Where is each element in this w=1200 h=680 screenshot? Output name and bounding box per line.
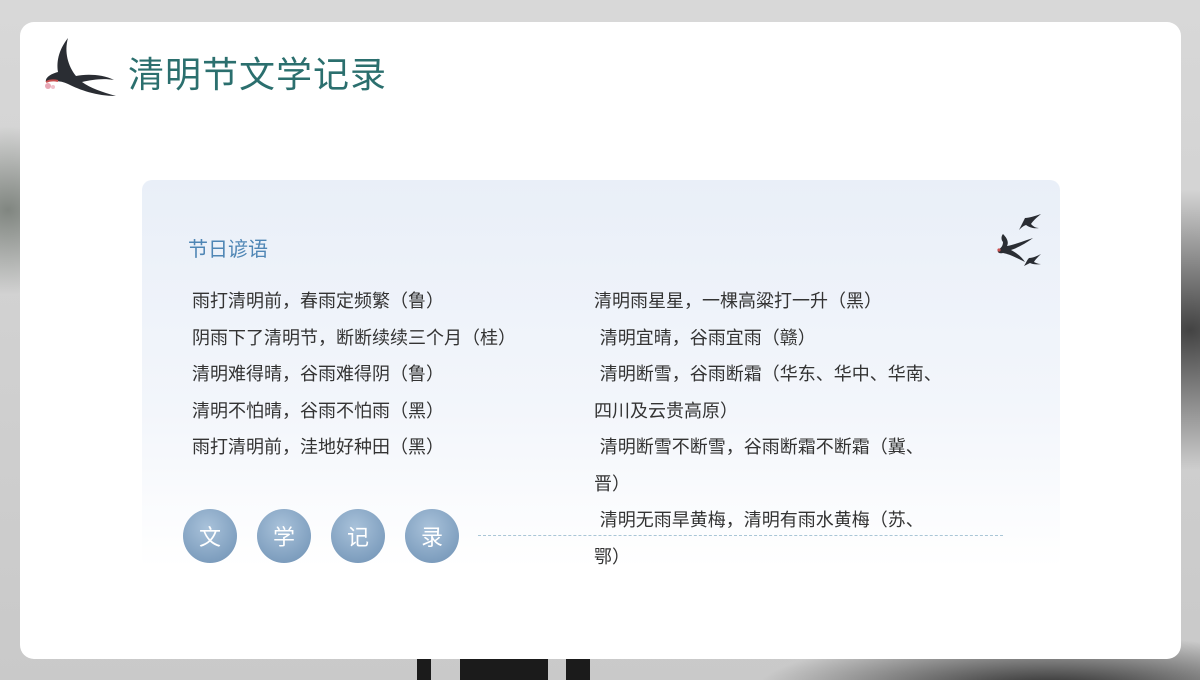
proverb-line: 清明宜晴，谷雨宜雨（赣） [594,327,816,349]
swallows-icon [997,214,1041,266]
proverb-line: 清明不怕晴，谷雨不怕雨（黑） [192,400,444,422]
proverb-line: 清明断雪不断雪，谷雨断霜不断霜（冀、 [594,437,924,458]
proverb-line: 清明断雪，谷雨断霜（华东、华中、华南、 [594,364,942,385]
proverb-line: 鄂） [594,546,630,568]
proverb-line: 阴雨下了清明节，断断续续三个月（桂） [192,327,516,349]
swallow-icon [45,38,116,96]
proverb-line: 晋） [594,473,630,495]
badge-circle: 录 [405,509,459,563]
proverb-line: 四川及云贵高原） [594,400,738,422]
background-ink-post [566,658,590,680]
proverb-line: 清明难得晴，谷雨难得阴（鲁） [192,364,444,385]
proverb-line: 雨打清明前，春雨定频繁（鲁） [192,291,444,312]
proverb-line: 清明雨星星，一棵高粱打一升（黑） [594,291,882,312]
background-ink-post [460,658,548,680]
badge-circle: 学 [257,509,311,563]
badge-row: 文 学 记 录 [183,509,459,563]
background-ink-post [417,658,431,680]
section-title: 节日谚语 [188,237,268,261]
proverb-line: 雨打清明前，洼地好种田（黑） [192,437,444,458]
dashed-divider [478,535,1003,536]
page-title: 清明节文学记录 [128,55,388,96]
badge-circle: 记 [331,509,385,563]
proverbs-right-column: 清明雨星星，一棵高粱打一升（黑） 清明宜晴，谷雨宜雨（赣） 清明断雪，谷雨断霜（… [594,284,989,576]
badge-circle: 文 [183,509,237,563]
proverbs-left-column: 雨打清明前，春雨定频繁（鲁） 阴雨下了清明节，断断续续三个月（桂） 清明难得晴，… [192,284,582,467]
